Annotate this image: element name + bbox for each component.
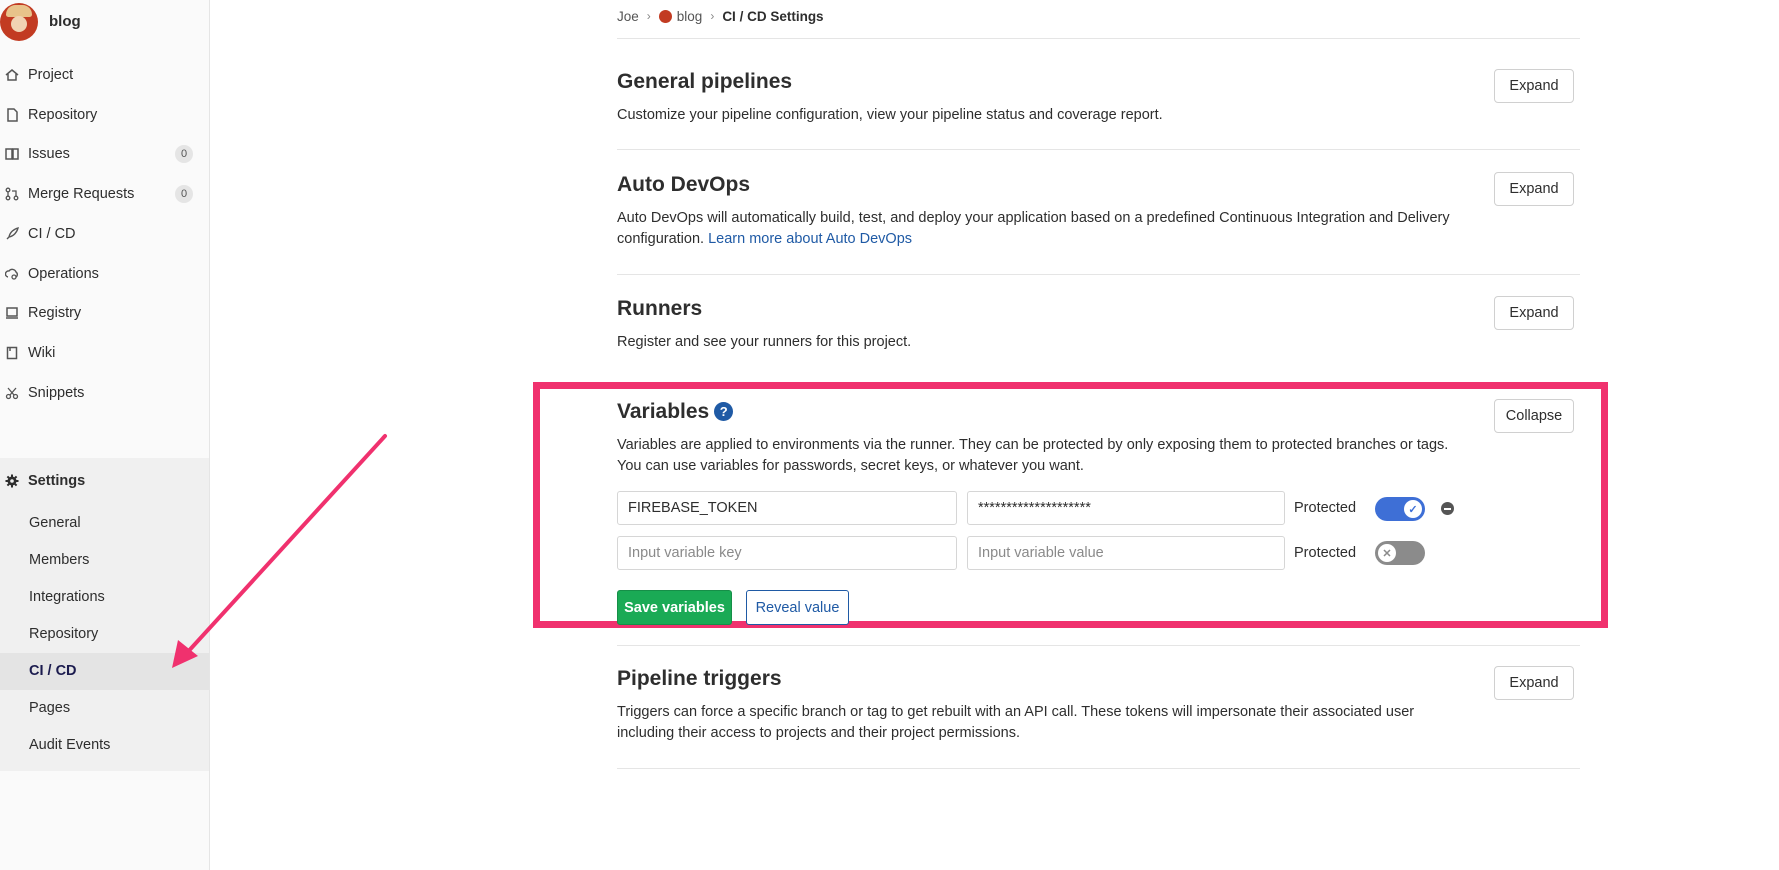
protected-toggle-off[interactable]: ✕ bbox=[1375, 541, 1425, 565]
sidebar-item-snippets[interactable]: Snippets bbox=[0, 370, 209, 415]
cloud-gear-icon bbox=[5, 267, 19, 281]
section-title-variables: Variables? bbox=[617, 400, 734, 424]
gear-icon bbox=[5, 474, 19, 488]
settings-item-members[interactable]: Members bbox=[0, 542, 209, 579]
project-header[interactable]: blog bbox=[0, 0, 209, 44]
expand-runners-button[interactable]: Expand bbox=[1494, 296, 1574, 330]
merge-icon bbox=[5, 187, 19, 201]
breadcrumb-user[interactable]: Joe bbox=[617, 9, 639, 24]
check-icon: ✓ bbox=[1404, 500, 1422, 518]
project-avatar-icon bbox=[658, 9, 672, 23]
sidebar-item-settings[interactable]: Settings bbox=[0, 458, 209, 503]
section-title-runners: Runners bbox=[617, 297, 703, 320]
variable-key-input[interactable] bbox=[617, 491, 957, 525]
settings-item-pages[interactable]: Pages bbox=[0, 690, 209, 727]
project-name: blog bbox=[49, 13, 81, 30]
x-icon: ✕ bbox=[1378, 544, 1396, 562]
sidebar-item-issues[interactable]: Issues 0 bbox=[0, 131, 209, 176]
sidebar-item-merge-requests[interactable]: Merge Requests 0 bbox=[0, 171, 209, 216]
divider bbox=[617, 38, 1580, 39]
section-title-general-pipelines: General pipelines bbox=[617, 70, 793, 93]
help-icon[interactable]: ? bbox=[714, 402, 734, 421]
sidebar-item-label: Project bbox=[28, 66, 74, 83]
protected-label: Protected bbox=[1294, 500, 1357, 516]
new-variable-value-input[interactable] bbox=[967, 536, 1285, 570]
issues-icon bbox=[5, 147, 19, 161]
house-icon bbox=[5, 68, 19, 82]
collapse-variables-button[interactable]: Collapse bbox=[1494, 399, 1574, 433]
divider bbox=[617, 149, 1580, 150]
sidebar-item-label: Merge Requests bbox=[28, 185, 135, 202]
section-desc-variables: Variables are applied to environments vi… bbox=[617, 437, 1449, 474]
new-variable-key-input[interactable] bbox=[617, 536, 957, 570]
section-desc-general-pipelines: Customize your pipeline configuration, v… bbox=[617, 107, 1163, 123]
protected-label: Protected bbox=[1294, 545, 1357, 561]
sidebar-item-label: Settings bbox=[28, 472, 86, 489]
section-desc-runners: Register and see your runners for this p… bbox=[617, 334, 912, 350]
merge-requests-count-badge: 0 bbox=[175, 185, 193, 203]
doc-icon bbox=[5, 107, 19, 122]
settings-item-general[interactable]: General bbox=[0, 505, 209, 542]
sidebar-item-label: Snippets bbox=[28, 384, 85, 401]
sidebar-item-label: Wiki bbox=[28, 344, 56, 361]
reveal-value-button[interactable]: Reveal value bbox=[746, 590, 849, 625]
divider bbox=[617, 645, 1580, 646]
sidebar-item-wiki[interactable]: Wiki bbox=[0, 330, 209, 375]
chevron-right-icon: › bbox=[710, 9, 715, 23]
settings-item-audit-events[interactable]: Audit Events bbox=[0, 727, 209, 764]
breadcrumb: Joe › blog › CI / CD Settings bbox=[617, 6, 824, 26]
sidebar-item-project[interactable]: Project bbox=[0, 52, 209, 97]
breadcrumb-project[interactable]: blog bbox=[677, 9, 703, 24]
section-desc-pipeline-triggers: Triggers can force a specific branch or … bbox=[617, 704, 1415, 741]
settings-item-repository[interactable]: Repository bbox=[0, 616, 209, 653]
rocket-icon bbox=[5, 226, 19, 241]
sidebar-item-label: Issues bbox=[28, 145, 70, 162]
learn-more-auto-devops-link[interactable]: Learn more about Auto DevOps bbox=[708, 231, 912, 247]
issues-count-badge: 0 bbox=[175, 145, 193, 163]
expand-general-pipelines-button[interactable]: Expand bbox=[1494, 69, 1574, 103]
settings-item-integrations[interactable]: Integrations bbox=[0, 579, 209, 616]
expand-auto-devops-button[interactable]: Expand bbox=[1494, 172, 1574, 206]
sidebar-item-ci-cd[interactable]: CI / CD bbox=[0, 211, 209, 256]
chevron-right-icon: › bbox=[646, 9, 651, 23]
sidebar-item-label: Registry bbox=[28, 304, 82, 321]
project-avatar bbox=[0, 3, 38, 41]
breadcrumb-current[interactable]: CI / CD Settings bbox=[722, 9, 823, 24]
section-title-pipeline-triggers: Pipeline triggers bbox=[617, 667, 782, 690]
save-variables-button[interactable]: Save variables bbox=[617, 590, 732, 625]
section-title-auto-devops: Auto DevOps bbox=[617, 173, 751, 196]
settings-item-ci-cd[interactable]: CI / CD bbox=[0, 653, 209, 690]
protected-toggle[interactable]: ✓ bbox=[1375, 497, 1425, 521]
section-desc-auto-devops: Auto DevOps will automatically build, te… bbox=[617, 210, 1450, 247]
sidebar-item-label: CI / CD bbox=[28, 225, 76, 242]
sidebar-item-registry[interactable]: Registry bbox=[0, 290, 209, 335]
divider bbox=[617, 274, 1580, 275]
registry-icon bbox=[5, 306, 19, 320]
book-icon bbox=[5, 346, 19, 360]
scissors-icon bbox=[5, 386, 19, 400]
divider bbox=[617, 768, 1580, 769]
variable-value-input[interactable] bbox=[967, 491, 1285, 525]
sidebar: blog Project Repository Issues 0 Merge R… bbox=[0, 0, 210, 870]
sidebar-item-label: Repository bbox=[28, 106, 98, 123]
expand-pipeline-triggers-button[interactable]: Expand bbox=[1494, 666, 1574, 700]
remove-variable-icon[interactable] bbox=[1441, 502, 1454, 515]
sidebar-item-label: Operations bbox=[28, 265, 99, 282]
